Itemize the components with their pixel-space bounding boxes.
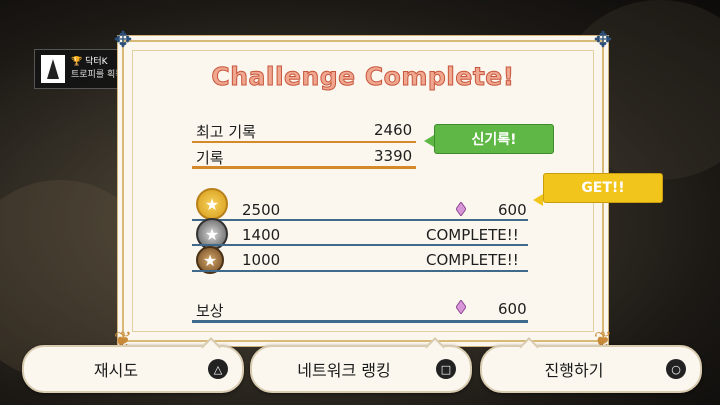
results-panel: ✥ ✥ ❦ ❦ Challenge Complete! 최고 기록 2460 기… — [114, 28, 612, 353]
challenge-title: Challenge Complete! — [211, 62, 515, 92]
proceed-button[interactable]: 진행하기 ○ — [480, 337, 702, 393]
bronze-medal-status: COMPLETE!! — [426, 251, 519, 269]
record-divider — [192, 166, 416, 169]
proceed-label: 진행하기 — [544, 361, 604, 380]
silver-medal-score: 1400 — [242, 226, 281, 244]
corner-ornament-icon: ✥ — [113, 28, 133, 53]
best-record-label: 최고 기록 — [196, 123, 256, 141]
record-divider — [192, 141, 416, 143]
current-record-label: 기록 — [196, 149, 224, 167]
corner-ornament-icon: ✥ — [593, 28, 613, 53]
trophy-thumbnail — [41, 55, 65, 83]
gold-medal-icon: ★ — [196, 188, 228, 220]
circle-icon: ○ — [666, 359, 686, 379]
gold-medal-reward: 600 — [498, 201, 527, 219]
triangle-icon: △ — [208, 359, 228, 379]
medal-divider — [192, 219, 528, 221]
gold-medal-score: 2500 — [242, 201, 281, 219]
medal-divider — [192, 244, 528, 246]
badge-pointer-icon — [424, 135, 434, 147]
badge-pointer-icon — [533, 194, 543, 206]
new-record-badge: 신기록! — [434, 124, 554, 154]
silver-medal-status: COMPLETE!! — [426, 226, 519, 244]
gem-icon — [456, 300, 466, 314]
square-icon: □ — [436, 359, 456, 379]
medal-divider — [192, 270, 528, 272]
reward-divider — [192, 320, 528, 323]
ranking-label: 네트워크 랭킹 — [297, 361, 391, 380]
network-ranking-button[interactable]: 네트워크 랭킹 □ — [250, 337, 472, 393]
retry-button[interactable]: 재시도 △ — [22, 337, 244, 393]
retry-label: 재시도 — [93, 361, 139, 380]
get-badge: GET!! — [543, 173, 663, 203]
gem-icon — [456, 202, 466, 216]
bronze-medal-score: 1000 — [242, 251, 281, 269]
current-record-value: 3390 — [374, 147, 413, 165]
reward-value: 600 — [498, 300, 527, 318]
best-record-value: 2460 — [374, 121, 413, 139]
reward-label: 보상 — [196, 302, 224, 320]
